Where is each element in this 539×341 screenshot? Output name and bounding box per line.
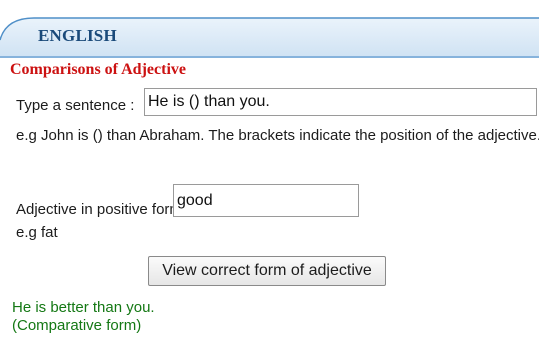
header-title: ENGLISH [38, 26, 117, 45]
sentence-input[interactable] [144, 88, 537, 116]
result-sentence: He is better than you. [12, 299, 155, 316]
section-title: Comparisons of Adjective [10, 61, 186, 78]
adjective-input[interactable] [173, 184, 359, 217]
sentence-label: Type a sentence : [16, 97, 135, 114]
result-form: (Comparative form) [12, 317, 142, 334]
adjective-label: Adjective in positive form: [16, 201, 187, 218]
panel-header: ENGLISH [0, 0, 539, 58]
view-correct-form-button[interactable]: View correct form of adjective [148, 256, 386, 286]
sentence-hint: e.g John is () than Abraham. The bracket… [16, 127, 539, 144]
english-panel: ENGLISH Comparisons of Adjective Type a … [0, 0, 539, 341]
adjective-hint: e.g fat [16, 224, 58, 241]
